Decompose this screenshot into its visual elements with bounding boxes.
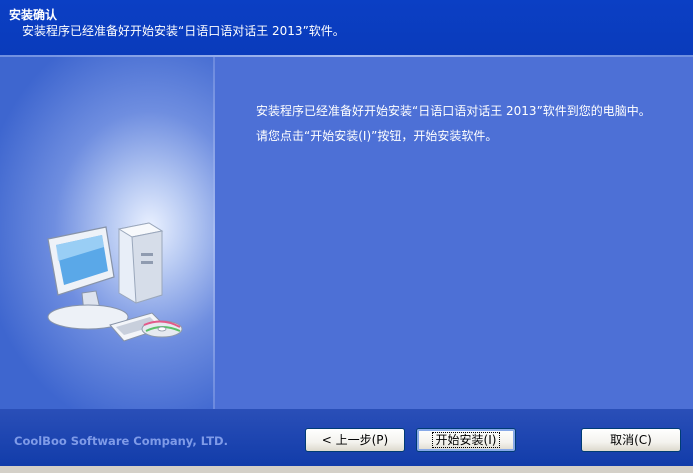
page-title: 安装确认 [9, 8, 58, 22]
window-bottom-edge [0, 466, 693, 473]
back-button[interactable]: < 上一步(P) [305, 428, 405, 452]
install-button[interactable]: 开始安装(I) [416, 428, 516, 452]
instruction-message: 请您点击“开始安装(I)”按钮，开始安装软件。 [256, 129, 498, 143]
left-art-panel [0, 57, 213, 409]
page-subtitle: 安装程序已经准备好开始安装“日语口语对话王 2013”软件。 [22, 24, 345, 38]
cancel-button[interactable]: 取消(C) [581, 428, 681, 452]
wizard-header: 安装确认 安装程序已经准备好开始安装“日语口语对话王 2013”软件。 [0, 0, 693, 55]
ready-message: 安装程序已经准备好开始安装“日语口语对话王 2013”软件到您的电脑中。 [256, 104, 651, 118]
company-label: CoolBoo Software Company, LTD. [14, 434, 228, 448]
install-button-label: 开始安装(I) [431, 432, 501, 448]
computer-with-cd-icon [47, 222, 183, 342]
